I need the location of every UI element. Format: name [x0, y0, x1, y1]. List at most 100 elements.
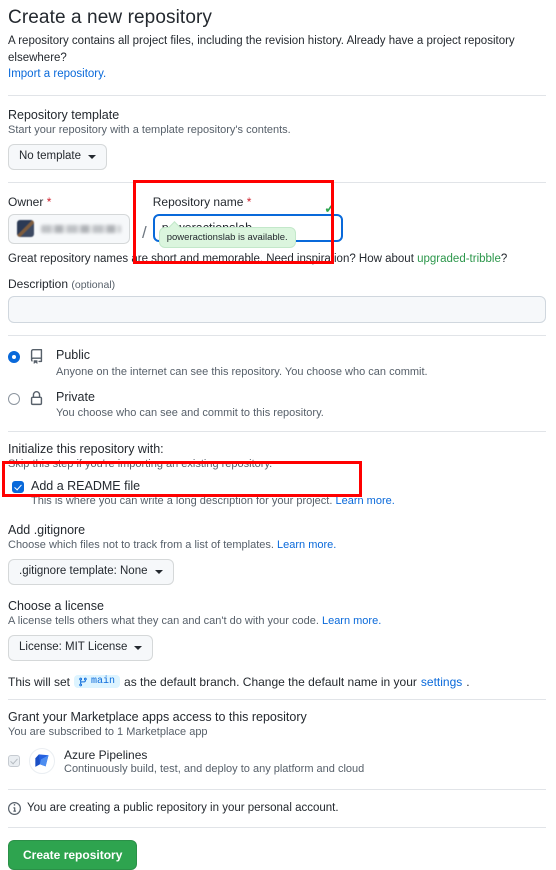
create-repository-button[interactable]: Create repository — [8, 839, 138, 870]
license-title: Choose a license — [8, 599, 104, 614]
description-label: Description (optional) — [8, 277, 546, 291]
divider — [8, 431, 546, 433]
gitignore-section: Add .gitignore Choose which files not to… — [8, 523, 546, 586]
license-dropdown[interactable]: License: MIT License — [8, 635, 154, 661]
name-available-check-icon: ✓ — [324, 199, 336, 216]
divider — [8, 335, 546, 337]
gitignore-subtitle: Choose which files not to track from a l… — [8, 539, 546, 551]
initialize-subtitle: Skip this step if you're importing an ex… — [8, 458, 273, 471]
divider — [8, 181, 546, 183]
description-optional-text: (optional) — [71, 279, 116, 292]
visibility-notice-text: You are creating a public repository in … — [27, 802, 339, 815]
azure-pipelines-text-group: Azure Pipelines Continuously build, test… — [64, 748, 364, 775]
branch-notice-suffix: . — [466, 674, 470, 689]
page-title: Create a new repository — [8, 7, 213, 28]
owner-and-name-row: Owner * / Repository name * ✓ poweractio… — [8, 195, 546, 248]
lock-icon — [29, 390, 47, 411]
git-branch-icon — [79, 677, 87, 687]
page-description: A repository contains all project files,… — [8, 33, 546, 83]
repository-name-helper: Great repository names are short and mem… — [8, 251, 546, 268]
public-title: Public — [56, 348, 91, 363]
license-section: Choose a license A license tells others … — [8, 599, 546, 661]
repository-name-field-group: Repository name * ✓ poweractionslab is a… — [152, 195, 343, 248]
helper-suffix: ? — [500, 252, 508, 265]
public-description: Anyone on the internet can see this repo… — [56, 365, 428, 378]
add-readme-checkbox[interactable] — [12, 481, 24, 494]
gitignore-title: Add .gitignore — [8, 523, 86, 538]
divider — [8, 698, 546, 700]
repository-template-section: Repository template Start your repositor… — [8, 108, 546, 170]
default-branch-notice: This will set main as the default branch… — [8, 675, 546, 689]
description-input[interactable] — [8, 296, 546, 324]
helper-prefix: Great repository names are short and mem… — [8, 252, 418, 265]
chevron-down-icon — [88, 154, 97, 159]
azure-pipelines-description: Continuously build, test, and deploy to … — [64, 762, 365, 775]
repository-name-required-mark: * — [246, 194, 252, 209]
branch-notice-middle: as the default branch. Change the defaul… — [124, 674, 417, 689]
visibility-option-public[interactable]: Public Anyone on the internet can see th… — [8, 348, 546, 378]
license-learn-more-link[interactable]: Learn more. — [322, 615, 381, 627]
license-subtitle-text: A license tells others what they can and… — [8, 615, 319, 628]
default-branch-chip: main — [74, 675, 121, 689]
chevron-down-icon — [134, 646, 143, 650]
license-subtitle: A license tells others what they can and… — [8, 615, 546, 627]
add-readme-description-text: This is where you can write a long descr… — [31, 495, 333, 508]
owner-selector[interactable] — [8, 213, 130, 244]
repo-icon — [29, 349, 47, 369]
private-radio[interactable] — [8, 392, 20, 405]
gitignore-template-dropdown[interactable]: .gitignore template: None — [8, 559, 174, 586]
suggested-name-link[interactable]: upgraded-tribble — [417, 253, 501, 265]
azure-pipelines-name: Azure Pipelines — [64, 747, 148, 762]
path-separator: / — [142, 222, 147, 242]
add-readme-text-group: Add a README file This is where you can … — [31, 479, 395, 507]
public-text-group: Public Anyone on the internet can see th… — [56, 348, 428, 378]
private-description: You choose who can see and commit to thi… — [56, 407, 324, 420]
visibility-section: Public Anyone on the internet can see th… — [8, 348, 546, 419]
owner-name-redacted — [41, 224, 121, 233]
no-template-label: No template — [19, 150, 82, 163]
visibility-notice: You are creating a public repository in … — [8, 801, 546, 815]
initialize-title: Initialize this repository with: — [8, 442, 164, 457]
visibility-option-private[interactable]: Private You choose who can see and commi… — [8, 390, 546, 420]
azure-pipelines-checkbox — [8, 755, 20, 768]
no-template-dropdown[interactable]: No template — [8, 144, 108, 170]
license-label: License: MIT License — [19, 641, 128, 654]
repository-name-label: Repository name * — [153, 195, 343, 209]
repository-template-title: Repository template — [8, 108, 120, 123]
add-readme-row[interactable]: Add a README file This is where you can … — [8, 476, 546, 509]
info-icon — [8, 801, 21, 815]
create-repository-page: Create a new repository A repository con… — [0, 0, 556, 870]
branch-notice-prefix: This will set — [8, 674, 71, 689]
settings-link[interactable]: settings — [421, 675, 462, 689]
owner-required-mark: * — [46, 194, 52, 209]
chevron-down-icon — [154, 570, 163, 575]
private-text-group: Private You choose who can see and commi… — [56, 390, 324, 420]
divider — [8, 788, 546, 790]
repository-template-subtitle: Start your repository with a template re… — [8, 124, 291, 137]
add-readme-label: Add a README file — [31, 479, 141, 494]
name-availability-tooltip: poweractionslab is available. — [158, 226, 296, 248]
description-section: Description (optional) — [8, 277, 546, 324]
description-label-text: Description — [8, 277, 69, 292]
marketplace-section: Grant your Marketplace apps access to th… — [8, 710, 546, 775]
add-readme-description: This is where you can write a long descr… — [31, 495, 395, 507]
divider — [8, 95, 546, 97]
gitignore-learn-more-link[interactable]: Learn more. — [277, 539, 336, 551]
marketplace-subtitle: You are subscribed to 1 Marketplace app — [8, 725, 208, 738]
owner-field-group: Owner * — [8, 195, 136, 244]
gitignore-subtitle-text: Choose which files not to track from a l… — [8, 539, 274, 552]
owner-label-text: Owner — [8, 194, 44, 209]
public-radio[interactable] — [8, 351, 20, 364]
import-repository-link[interactable]: Import a repository. — [8, 68, 106, 80]
default-branch-name: main — [91, 676, 116, 688]
marketplace-app-row[interactable]: Azure Pipelines Continuously build, test… — [8, 748, 546, 775]
initialize-section: Initialize this repository with: Skip th… — [8, 442, 546, 509]
avatar — [17, 220, 34, 238]
divider — [8, 826, 546, 828]
repository-name-label-text: Repository name — [152, 194, 244, 209]
azure-pipelines-icon — [29, 748, 55, 775]
readme-learn-more-link[interactable]: Learn more. — [335, 495, 394, 507]
private-title: Private — [56, 389, 95, 404]
owner-label: Owner * — [8, 195, 136, 209]
marketplace-title: Grant your Marketplace apps access to th… — [8, 709, 307, 724]
